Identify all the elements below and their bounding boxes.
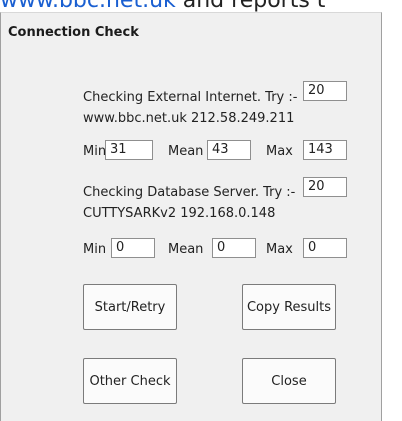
external-min-label: Min [83, 144, 107, 159]
external-mean-label: Mean [168, 144, 204, 159]
external-mean-field[interactable]: 43 [207, 140, 251, 160]
database-max-field[interactable]: 0 [303, 238, 347, 258]
external-max-field[interactable]: 143 [303, 140, 347, 160]
database-check-label: Checking Database Server. Try :- [83, 185, 296, 200]
start-retry-button[interactable]: Start/Retry [83, 284, 177, 330]
page-text-snippet: www.bbc.net.uk and reports t [0, 0, 402, 12]
database-min-label: Min [83, 242, 107, 257]
database-target-label: CUTTYSARKv2 192.168.0.148 [83, 206, 276, 221]
external-min-field[interactable]: 31 [105, 140, 153, 160]
close-button[interactable]: Close [242, 358, 336, 404]
external-max-label: Max [266, 144, 293, 159]
dialog-title: Connection Check [8, 25, 139, 40]
bbc-link[interactable]: www.bbc.net.uk [0, 0, 176, 12]
database-tries-field[interactable]: 20 [303, 177, 347, 197]
other-check-button[interactable]: Other Check [83, 358, 177, 404]
database-mean-field[interactable]: 0 [212, 238, 256, 258]
connection-check-dialog: Connection Check Checking External Inter… [0, 12, 382, 421]
database-min-field[interactable]: 0 [111, 238, 155, 258]
copy-results-button[interactable]: Copy Results [242, 284, 336, 330]
snippet-text: and reports t [176, 0, 326, 12]
database-mean-label: Mean [168, 242, 204, 257]
database-max-label: Max [266, 242, 293, 257]
external-check-label: Checking External Internet. Try :- [83, 90, 298, 105]
external-target-label: www.bbc.net.uk 212.58.249.211 [83, 111, 295, 126]
external-tries-field[interactable]: 20 [303, 81, 347, 101]
